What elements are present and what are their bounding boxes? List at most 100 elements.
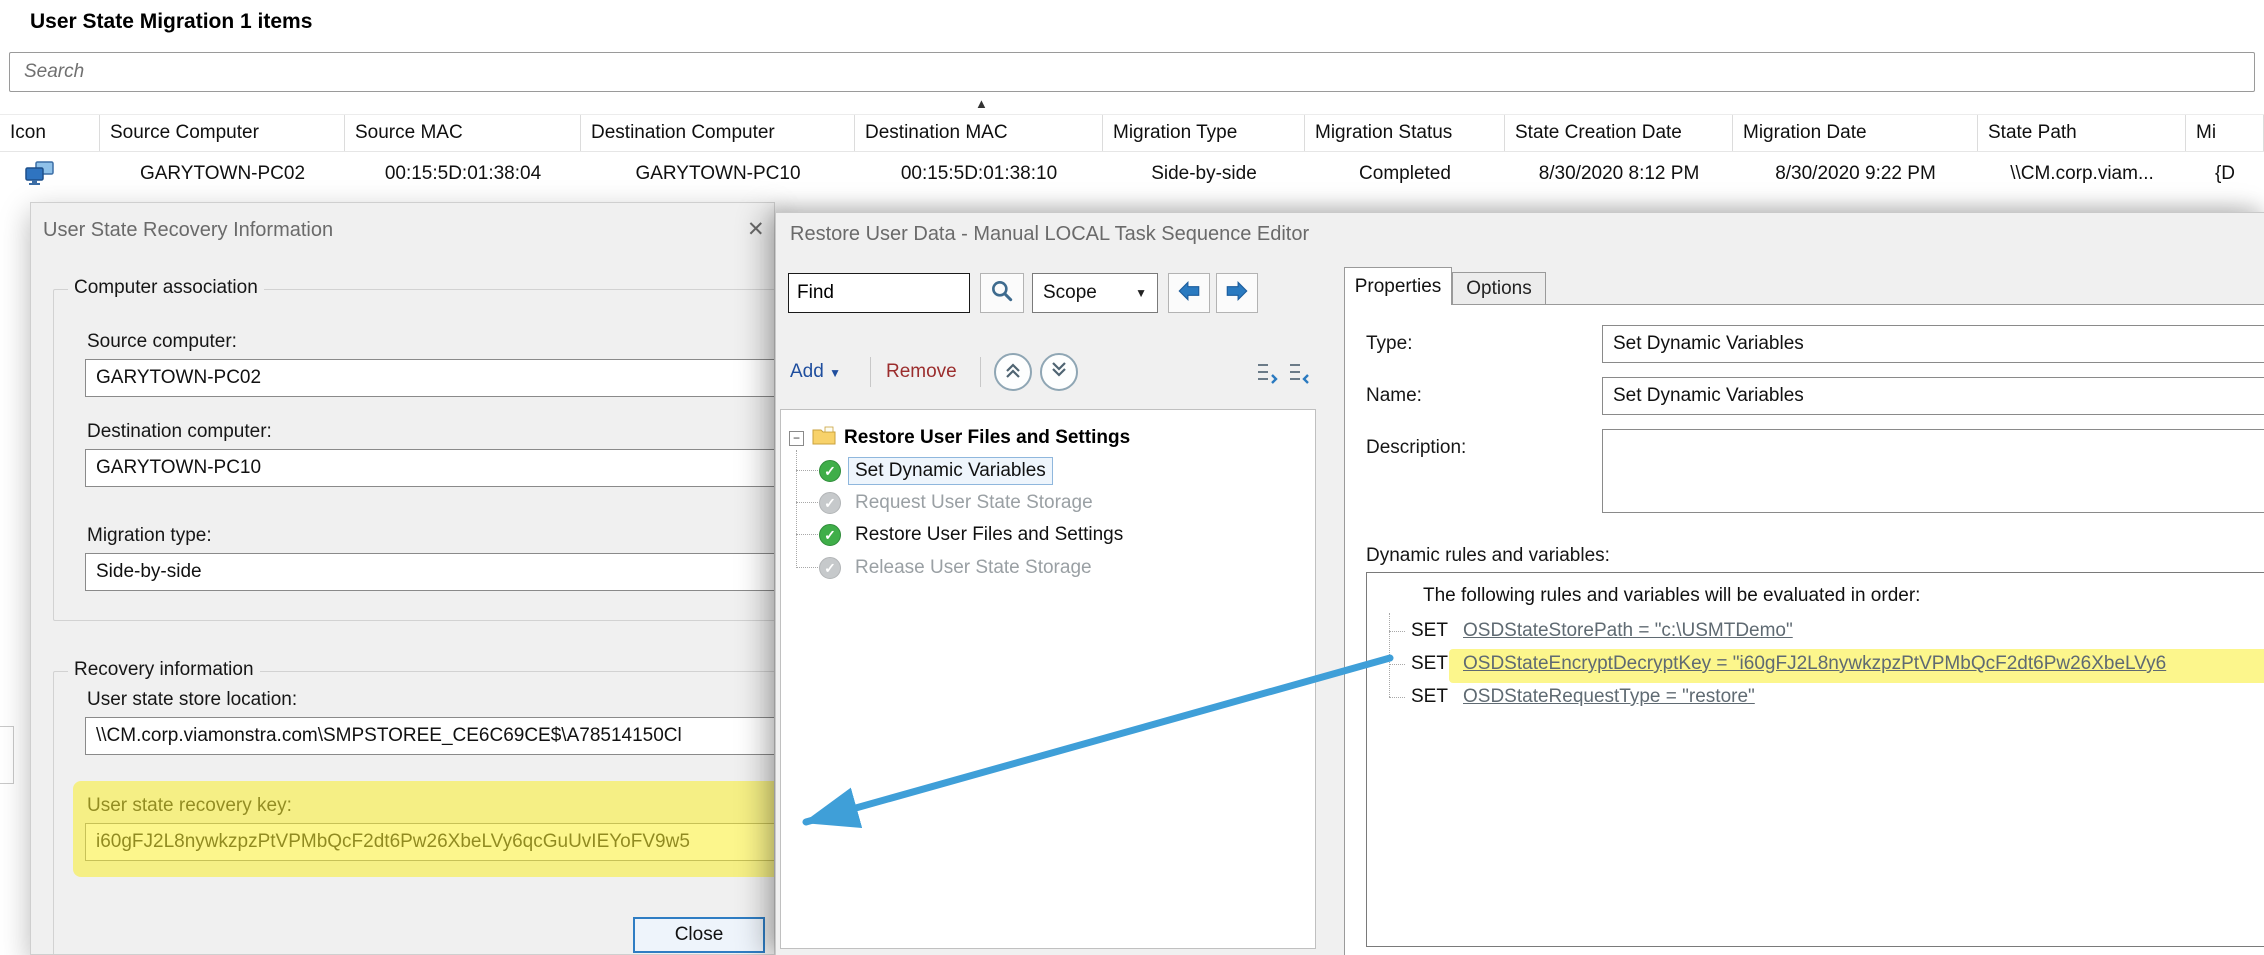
migration-type-field[interactable]: Side-by-side <box>85 553 775 591</box>
add-button[interactable]: Add ▼ <box>790 361 841 383</box>
column-header-migration-date[interactable]: Migration Date <box>1733 115 1978 151</box>
collapse-tree-icon <box>1286 372 1312 389</box>
disabled-check-icon: ✓ <box>819 492 841 514</box>
column-header-migration-type[interactable]: Migration Type <box>1103 115 1305 151</box>
scope-dropdown[interactable]: Scope ▼ <box>1032 273 1158 313</box>
check-glyph: ✓ <box>824 527 836 544</box>
column-header-destination-mac[interactable]: Destination MAC <box>855 115 1103 151</box>
cell-destination-computer: GARYTOWN-PC10 <box>581 152 855 196</box>
enabled-check-icon: ✓ <box>819 460 841 482</box>
dialog-title: User State Recovery Information <box>43 219 333 242</box>
task-sequence-tree: − Restore User Files and Settings ✓ Set … <box>780 409 1316 949</box>
tree-item-request-user-state-storage[interactable]: ✓ Request User State Storage <box>819 490 1099 516</box>
destination-computer-field[interactable]: GARYTOWN-PC10 <box>85 449 775 487</box>
column-header-mi[interactable]: Mi <box>2186 115 2264 151</box>
search-button[interactable] <box>980 273 1024 313</box>
chevron-down-icon: ▼ <box>829 366 841 380</box>
table-row[interactable]: GARYTOWN-PC02 00:15:5D:01:38:04 GARYTOWN… <box>0 152 2264 196</box>
tree-connector <box>1389 697 1405 698</box>
column-header-destination-computer[interactable]: Destination Computer <box>581 115 855 151</box>
store-location-label: User state store location: <box>87 689 297 711</box>
tree-connector <box>796 470 818 471</box>
tree-connector <box>1389 664 1405 665</box>
rule-osdstaterequesttype[interactable]: OSDStateRequestType = "restore" <box>1463 686 1755 708</box>
close-button[interactable]: Close <box>633 917 765 953</box>
navigate-next-button[interactable] <box>1216 273 1258 313</box>
cell-migration-date: 8/30/2020 9:22 PM <box>1733 152 1978 196</box>
tree-item-release-user-state-storage[interactable]: ✓ Release User State Storage <box>819 555 1098 581</box>
toolbar-separator <box>870 357 871 387</box>
collapse-all-button[interactable] <box>1286 359 1312 390</box>
arrow-right-icon <box>1224 278 1250 309</box>
dynamic-rules-listbox[interactable]: The following rules and variables will b… <box>1366 572 2264 947</box>
column-header-state-path[interactable]: State Path <box>1978 115 2186 151</box>
sort-ascending-icon[interactable]: ▲ <box>975 96 988 111</box>
name-label: Name: <box>1366 385 1422 407</box>
tree-connector <box>1389 631 1405 632</box>
cell-state-path: \\CM.corp.viam... <box>1978 152 2186 196</box>
cell-state-creation-date: 8/30/2020 8:12 PM <box>1505 152 1733 196</box>
rule-set-keyword: SET <box>1411 620 1448 642</box>
search-icon <box>989 278 1015 309</box>
close-icon[interactable]: ✕ <box>747 217 765 242</box>
group-label-recovery-information: Recovery information <box>68 659 260 681</box>
rule-set-keyword: SET <box>1411 686 1448 708</box>
store-location-field[interactable]: \\CM.corp.viamonstra.com\SMPSTOREE_CE6C6… <box>85 717 775 755</box>
rule-osdstateencryptdecryptkey[interactable]: OSDStateEncryptDecryptKey = "i60gFJ2L8ny… <box>1463 653 2166 675</box>
cell-migration-status: Completed <box>1305 152 1505 196</box>
destination-computer-label: Destination computer: <box>87 421 272 443</box>
tree-item-set-dynamic-variables[interactable]: ✓ Set Dynamic Variables <box>819 458 1052 484</box>
add-button-label: Add <box>790 361 824 382</box>
recovery-key-label: User state recovery key: <box>87 795 292 817</box>
source-computer-label: Source computer: <box>87 331 237 353</box>
tree-item-label: Request User State Storage <box>849 490 1099 516</box>
cell-mi: {D <box>2186 152 2264 196</box>
search-input[interactable] <box>9 52 2255 92</box>
check-glyph: ✓ <box>824 495 836 512</box>
column-header-source-computer[interactable]: Source Computer <box>100 115 345 151</box>
tree-connector <box>796 450 797 568</box>
tree-item-label: Release User State Storage <box>849 555 1098 581</box>
collapse-expander-icon[interactable]: − <box>789 431 804 446</box>
check-glyph: ✓ <box>824 560 836 577</box>
column-header-state-creation-date[interactable]: State Creation Date <box>1505 115 1733 151</box>
find-input[interactable] <box>788 273 970 313</box>
tab-options[interactable]: Options <box>1452 272 1546 305</box>
source-computer-field[interactable]: GARYTOWN-PC02 <box>85 359 775 397</box>
enabled-check-icon: ✓ <box>819 524 841 546</box>
recovery-key-field[interactable]: i60gFJ2L8nywkzpzPtVPMbQcF2dt6Pw26XbeLVy6… <box>85 823 775 861</box>
column-header-source-mac[interactable]: Source MAC <box>345 115 581 151</box>
user-state-recovery-dialog: User State Recovery Information ✕ Comput… <box>30 202 775 955</box>
tree-item-restore-user-files[interactable]: ✓ Restore User Files and Settings <box>819 522 1129 548</box>
name-field[interactable]: Set Dynamic Variables <box>1602 377 2264 415</box>
tab-properties[interactable]: Properties <box>1344 267 1452 305</box>
expand-tree-icon <box>1254 372 1280 389</box>
rule-osdstatestorepath[interactable]: OSDStateStorePath = "c:\USMTDemo" <box>1463 620 1793 642</box>
migration-type-label: Migration type: <box>87 525 212 547</box>
tree-root-group[interactable]: − Restore User Files and Settings <box>789 426 1130 450</box>
remove-button[interactable]: Remove <box>886 361 957 383</box>
group-label-computer-association: Computer association <box>68 277 264 299</box>
tree-item-label: Set Dynamic Variables <box>849 458 1052 484</box>
description-field[interactable] <box>1602 429 2264 513</box>
type-field[interactable]: Set Dynamic Variables <box>1602 325 2264 363</box>
properties-panel: Type: Set Dynamic Variables Name: Set Dy… <box>1344 304 2264 955</box>
chevron-down-circle-icon <box>1047 358 1071 387</box>
chevron-up-circle-icon <box>1001 358 1025 387</box>
tree-connector <box>1389 613 1390 697</box>
task-sequence-editor-window: Restore User Data - Manual LOCAL Task Se… <box>775 212 2264 955</box>
column-header-icon[interactable]: Icon <box>0 115 100 151</box>
tree-connector <box>796 567 818 568</box>
chevron-down-icon: ▼ <box>1135 286 1147 300</box>
scope-dropdown-value: Scope <box>1043 282 1097 304</box>
move-up-button[interactable] <box>994 353 1032 391</box>
tree-root-label: Restore User Files and Settings <box>844 427 1130 449</box>
cell-source-mac: 00:15:5D:01:38:04 <box>345 152 581 196</box>
dynamic-rules-label: Dynamic rules and variables: <box>1366 545 1610 567</box>
expand-all-button[interactable] <box>1254 359 1280 390</box>
navigate-previous-button[interactable] <box>1168 273 1210 313</box>
column-header-migration-status[interactable]: Migration Status <box>1305 115 1505 151</box>
rules-intro-text: The following rules and variables will b… <box>1423 585 1920 607</box>
folder-icon <box>812 426 836 450</box>
move-down-button[interactable] <box>1040 353 1078 391</box>
